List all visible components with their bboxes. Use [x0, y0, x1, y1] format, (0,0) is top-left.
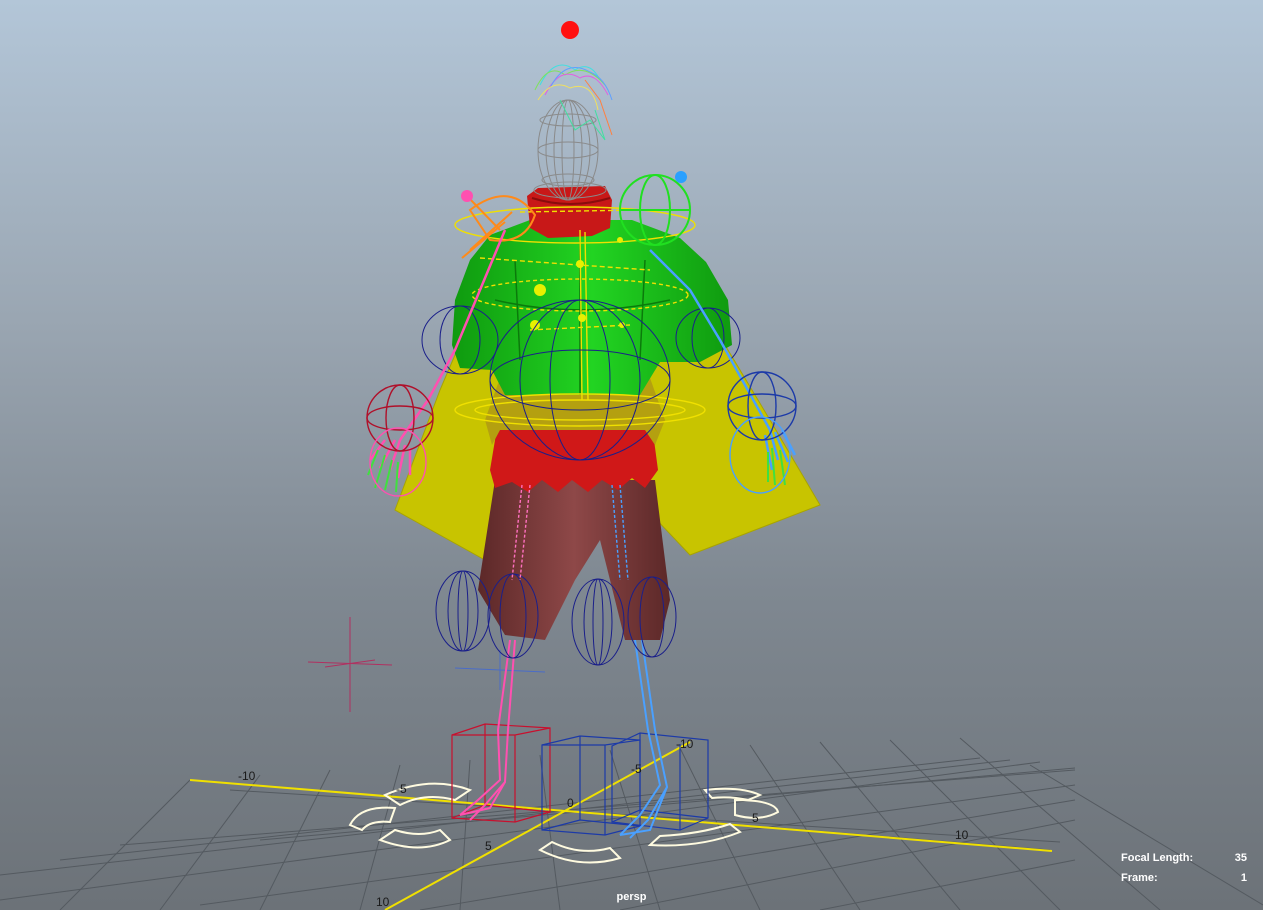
grid-label-x-pos-5: 5	[752, 811, 759, 825]
head-guide-cage	[533, 99, 607, 201]
hud-frame: Frame: 1	[1121, 872, 1247, 886]
left-shoulder-pin[interactable]	[461, 190, 473, 202]
hud-frame-value: 1	[1240, 872, 1247, 884]
maya-perspective-viewport[interactable]: -10 -5 0 5 10 -10 -5 5 10 persp Focal Le…	[0, 0, 1263, 910]
grid-label-x-neg-10: -10	[238, 769, 256, 783]
grid-label-z-pos-5: 5	[485, 839, 492, 853]
knee-pole-vector-left[interactable]	[307, 617, 393, 712]
hud-frame-label: Frame:	[1121, 872, 1158, 884]
hud-focal-length-value: 35	[1234, 852, 1247, 864]
right-shoulder-pin[interactable]	[675, 171, 687, 183]
hud-focal-length: Focal Length: 35	[1121, 852, 1247, 866]
grid-label-z-neg-10: -10	[676, 737, 694, 751]
grid-label-x-neg-5: -5	[396, 782, 407, 796]
head-top-control[interactable]	[561, 21, 579, 39]
knee-pole-vector-right[interactable]	[454, 650, 546, 690]
hud-focal-length-label: Focal Length:	[1121, 852, 1194, 864]
grid-label-origin: 0	[567, 796, 574, 810]
camera-name-label: persp	[616, 891, 647, 903]
pants-mesh	[478, 480, 670, 640]
grid-label-z-neg-5: -5	[631, 762, 642, 776]
grid-label-x-pos-10: 10	[955, 828, 969, 842]
grid-x-axis	[189, 779, 1053, 852]
